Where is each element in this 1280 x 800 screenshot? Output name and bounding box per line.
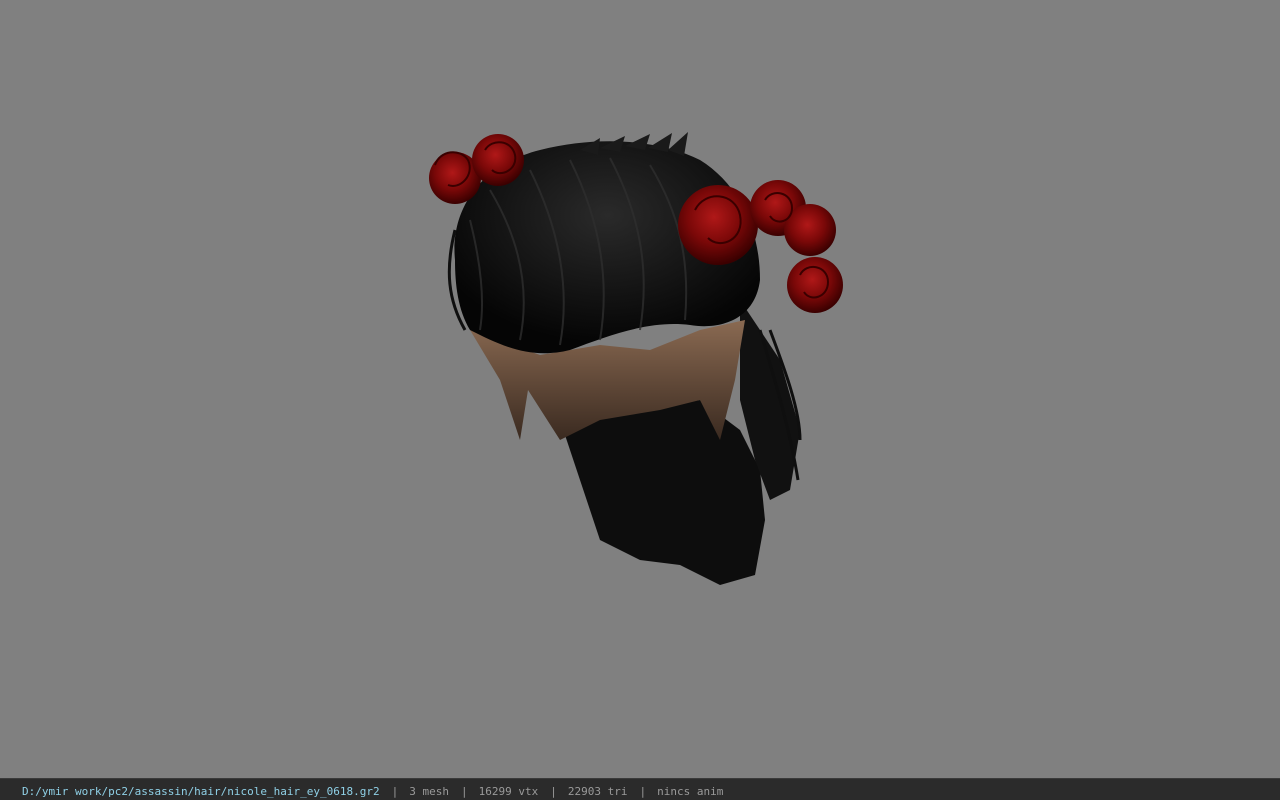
3d-viewport[interactable]: [0, 0, 1280, 778]
status-bar: D:/ymir work/pc2/assassin/hair/nicole_ha…: [0, 778, 1280, 800]
animation-status: nincs anim: [657, 785, 724, 798]
mesh-count: 3 mesh: [409, 785, 449, 798]
hair-model-icon[interactable]: [0, 0, 1280, 778]
vertex-count: 16299 vtx: [478, 785, 539, 798]
separator: |: [550, 785, 557, 798]
file-path: D:/ymir work/pc2/assassin/hair/nicole_ha…: [22, 785, 380, 798]
separator: |: [391, 785, 399, 798]
separator: |: [461, 785, 468, 798]
triangle-count: 22903 tri: [567, 785, 628, 798]
separator: |: [639, 785, 647, 798]
